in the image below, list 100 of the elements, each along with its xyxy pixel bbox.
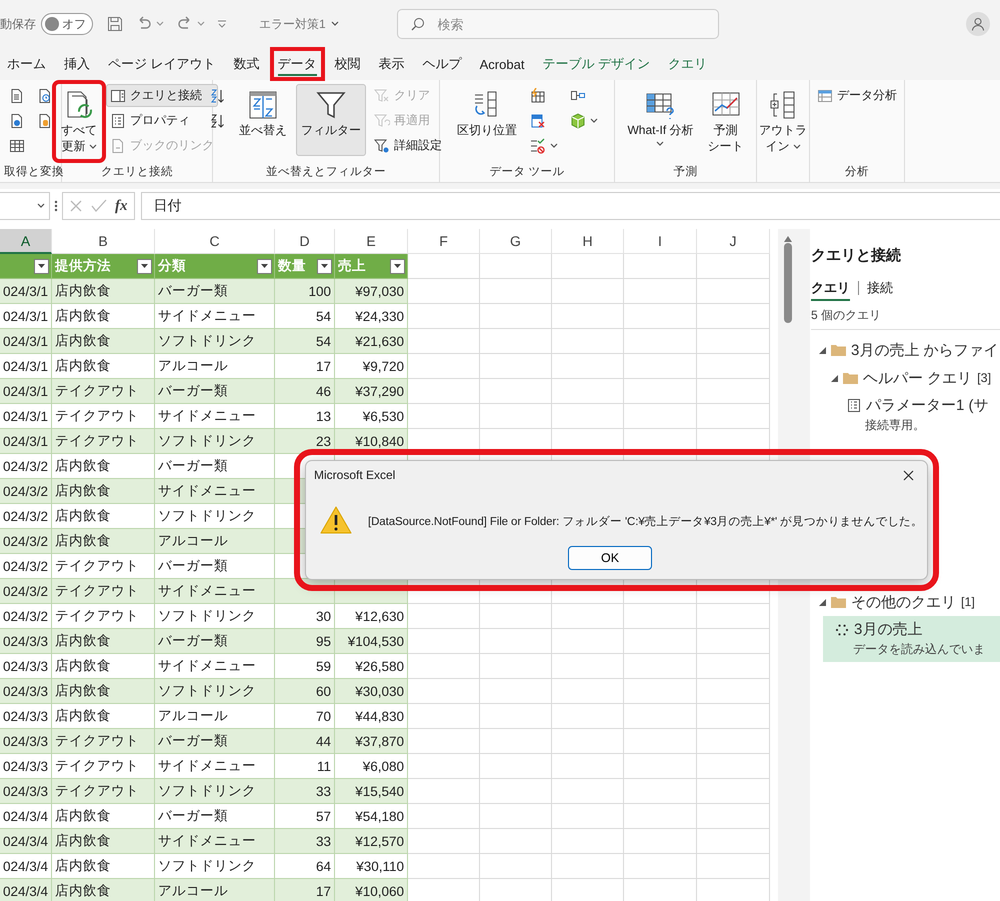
table-cell: 024/3/3 bbox=[0, 654, 52, 679]
table-cell: サイドメニュー bbox=[155, 754, 275, 779]
table-cell: バーガー類 bbox=[155, 379, 275, 404]
table-cell: サイドメニュー bbox=[155, 829, 275, 854]
table-cell: ¥10,060 bbox=[335, 879, 408, 901]
table-cell: ソフトドリンク bbox=[155, 854, 275, 879]
table-cell: テイクアウト bbox=[52, 729, 155, 754]
table-cell: 店内飲食 bbox=[52, 529, 155, 554]
table-cell: サイドメニュー bbox=[155, 304, 275, 329]
query-count: 5 個のクエリ bbox=[811, 307, 1000, 330]
table-cell: 30 bbox=[275, 604, 335, 629]
table-cell: 024/3/2 bbox=[0, 554, 52, 579]
table-cell: テイクアウト bbox=[52, 379, 155, 404]
table-cell: 54 bbox=[275, 304, 335, 329]
table-header-cell: 提供方法 bbox=[52, 254, 155, 279]
table-cell: 024/3/4 bbox=[0, 879, 52, 901]
table-cell: ソフトドリンク bbox=[155, 604, 275, 629]
table-cell: バーガー類 bbox=[155, 454, 275, 479]
table-cell: ¥30,110 bbox=[335, 854, 408, 879]
table-cell: 024/3/4 bbox=[0, 854, 52, 879]
table-cell: 024/3/2 bbox=[0, 479, 52, 504]
table-cell: アルコール bbox=[155, 704, 275, 729]
table-cell: 店内飲食 bbox=[52, 829, 155, 854]
table-cell: 店内飲食 bbox=[52, 704, 155, 729]
table-cell: ¥104,530 bbox=[335, 629, 408, 654]
table-cell: 024/3/1 bbox=[0, 354, 52, 379]
table-cell: 店内飲食 bbox=[52, 654, 155, 679]
table-header-cell: 分類 bbox=[155, 254, 275, 279]
table-cell: 店内飲食 bbox=[52, 679, 155, 704]
table-cell: 59 bbox=[275, 654, 335, 679]
table-cell: 024/3/2 bbox=[0, 579, 52, 604]
table-cell: ¥44,830 bbox=[335, 704, 408, 729]
table-cell: サイドメニュー bbox=[155, 654, 275, 679]
table-cell: 54 bbox=[275, 329, 335, 354]
table-cell: テイクアウト bbox=[52, 754, 155, 779]
table-cell: 024/3/3 bbox=[0, 754, 52, 779]
table-cell: 95 bbox=[275, 629, 335, 654]
table-cell: 024/3/1 bbox=[0, 379, 52, 404]
table-cell: ¥37,290 bbox=[335, 379, 408, 404]
table-cell: 024/3/3 bbox=[0, 679, 52, 704]
error-message: [DataSource.NotFound] File or Folder: フォルダー 'C:¥売上データ¥3月の売上¥*' が見つかりませんでした。 bbox=[368, 514, 923, 529]
table-cell: 33 bbox=[275, 829, 335, 854]
group-label: 予測 bbox=[674, 166, 698, 178]
group-label: 分析 bbox=[845, 166, 869, 178]
table-cell: 024/3/2 bbox=[0, 529, 52, 554]
table-cell: 11 bbox=[275, 754, 335, 779]
table-cell: 64 bbox=[275, 854, 335, 879]
table-cell: 024/3/3 bbox=[0, 704, 52, 729]
table-cell: 024/3/1 bbox=[0, 429, 52, 454]
table-cell: アルコール bbox=[155, 354, 275, 379]
table-cell: 17 bbox=[275, 879, 335, 901]
table-cell: 024/3/4 bbox=[0, 804, 52, 829]
table-cell: ソフトドリンク bbox=[155, 429, 275, 454]
table-cell: 60 bbox=[275, 679, 335, 704]
table-cell: ¥97,030 bbox=[335, 279, 408, 304]
table-cell: 57 bbox=[275, 804, 335, 829]
table-cell: テイクアウト bbox=[52, 554, 155, 579]
table-header-cell: 売上 bbox=[335, 254, 408, 279]
table-cell: アルコール bbox=[155, 879, 275, 901]
table-cell: 024/3/3 bbox=[0, 729, 52, 754]
table-cell: 店内飲食 bbox=[52, 279, 155, 304]
table-cell: 店内飲食 bbox=[52, 504, 155, 529]
table-cell: バーガー類 bbox=[155, 629, 275, 654]
group-label: 取得と変換 bbox=[4, 166, 64, 178]
table-cell: バーガー類 bbox=[155, 554, 275, 579]
table-cell: サイドメニュー bbox=[155, 479, 275, 504]
table-cell: テイクアウト bbox=[52, 604, 155, 629]
table-cell: 70 bbox=[275, 704, 335, 729]
table-cell: ソフトドリンク bbox=[155, 779, 275, 804]
table-cell: ¥9,720 bbox=[335, 354, 408, 379]
table-cell: ¥26,580 bbox=[335, 654, 408, 679]
table-cell: ¥6,080 bbox=[335, 754, 408, 779]
table-cell: バーガー類 bbox=[155, 729, 275, 754]
table-cell: 店内飲食 bbox=[52, 854, 155, 879]
table-cell: 100 bbox=[275, 279, 335, 304]
table-cell: 024/3/1 bbox=[0, 404, 52, 429]
table-cell: 17 bbox=[275, 354, 335, 379]
table-cell: 024/3/2 bbox=[0, 604, 52, 629]
table-cell: ¥21,630 bbox=[335, 329, 408, 354]
table-cell: バーガー類 bbox=[155, 804, 275, 829]
dialog-title: Microsoft Excel bbox=[314, 468, 396, 482]
table-cell: サイドメニュー bbox=[155, 404, 275, 429]
table-cell: 店内飲食 bbox=[52, 454, 155, 479]
table-cell: 024/3/2 bbox=[0, 504, 52, 529]
group-label: クエリと接続 bbox=[101, 166, 173, 178]
table-cell: ¥54,180 bbox=[335, 804, 408, 829]
table-cell: テイクアウト bbox=[52, 579, 155, 604]
table-cell: 024/3/3 bbox=[0, 629, 52, 654]
table-cell: 店内飲食 bbox=[52, 354, 155, 379]
table-cell: 024/3/1 bbox=[0, 329, 52, 354]
table-header-cell: 数量 bbox=[275, 254, 335, 279]
table-cell: ¥15,540 bbox=[335, 779, 408, 804]
table-cell: 店内飲食 bbox=[52, 879, 155, 901]
table-cell: 33 bbox=[275, 779, 335, 804]
table-cell: ソフトドリンク bbox=[155, 329, 275, 354]
autosave-label: 動保存 bbox=[0, 16, 36, 32]
table-cell: 23 bbox=[275, 429, 335, 454]
group-label: 並べ替えとフィルター bbox=[266, 166, 386, 178]
table-cell: 024/3/1 bbox=[0, 279, 52, 304]
table-cell: 店内飲食 bbox=[52, 629, 155, 654]
